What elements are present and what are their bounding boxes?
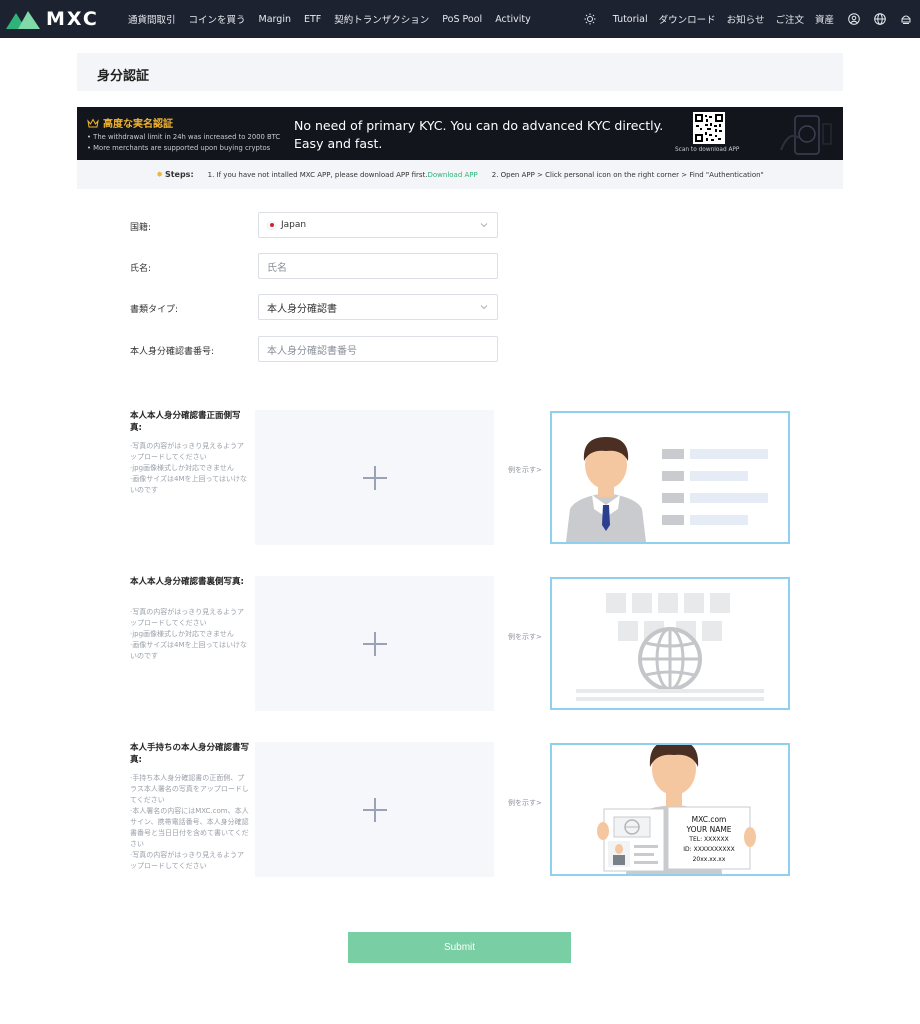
nav-download[interactable]: ダウンロード <box>659 12 716 26</box>
upload-note: ·写真の内容がはっきり見えるようアップロードしてください <box>130 851 245 870</box>
submit-button[interactable]: Submit <box>348 932 571 963</box>
doc-number-placeholder: 本人身分確認書番号 <box>267 345 357 357</box>
upload-note: ·本人署名の内容にはMXC.com、本人サイン、携帯電話番号、本人身分確認書番号… <box>130 807 249 848</box>
upload-note: ·写真の内容がはっきり見えるようアップロードしてください <box>130 608 245 627</box>
phone-illustration <box>780 115 832 155</box>
nav-tutorial[interactable]: Tutorial <box>613 14 648 25</box>
menu-item-buy-coin[interactable]: コインを買う <box>189 12 246 26</box>
plus-icon <box>362 465 387 490</box>
user-icon[interactable] <box>847 13 860 26</box>
plus-icon <box>362 797 387 822</box>
sample-card-line: YOUR NAME <box>686 825 732 834</box>
star-icon: ✸ <box>156 170 163 179</box>
page-title: 身分認証 <box>97 69 150 84</box>
sample-back-image <box>550 577 790 710</box>
steps-label: Steps: <box>164 170 194 179</box>
kyc-banner: 高度な実名認証 • The withdrawal limit in 24h wa… <box>77 107 843 160</box>
upload-back-title: 本人本人身分確認書裏側写真: <box>130 577 244 587</box>
nationality-value: Japan <box>281 220 307 230</box>
upload-front-notes: ·写真の内容がはっきり見えるようアップロードしてください ·jpg画像様式しか対… <box>130 441 250 496</box>
banner-title: 高度な実名認証 <box>103 119 173 130</box>
scan-text: Scan to download APP <box>675 147 740 153</box>
sample-card-line: 20xx.xx.xx <box>692 856 726 863</box>
name-input[interactable]: 氏名 <box>258 253 498 279</box>
upload-note: ·画像サイズは4Mを上回ってはいけないのです <box>130 641 248 660</box>
menu-item-contract[interactable]: 契約トランザクション <box>334 12 429 26</box>
qr-code <box>693 112 725 144</box>
upload-note: ·手持ち本人身分確認書の正面側、プラス本人署名の写真をアップロードしてください <box>130 774 249 804</box>
upload-back-button[interactable] <box>255 576 494 711</box>
example-link-back[interactable]: 例を示す> <box>508 632 542 643</box>
crown-icon <box>87 117 99 127</box>
menu-item-activity[interactable]: Activity <box>495 14 531 25</box>
page-header: 身分認証 <box>77 53 843 91</box>
upload-handheld-title: 本人手持ちの本人身分確認書写真: <box>130 743 250 765</box>
upload-handheld-button[interactable] <box>255 742 494 877</box>
plus-icon <box>362 631 387 656</box>
nav-right: Tutorial ダウンロード お知らせ ご注文 資産 <box>571 0 912 38</box>
menu-item-margin[interactable]: Margin <box>259 14 291 25</box>
globe-icon[interactable] <box>873 13 886 26</box>
doc-type-value: 本人身分確認書 <box>267 303 337 315</box>
upload-back-notes: ·写真の内容がはっきり見えるようアップロードしてください ·jpg画像様式しか対… <box>130 607 250 662</box>
banner-headline: No need of primary KYC. You can do advan… <box>294 117 674 153</box>
nav-announcements[interactable]: お知らせ <box>727 12 765 26</box>
top-nav: MXC 通貨間取引 コインを買う Margin ETF 契約トランザクション P… <box>0 0 920 38</box>
nav-orders[interactable]: ご注文 <box>775 12 804 26</box>
banner-bullet: • More merchants are supported upon buyi… <box>87 144 271 152</box>
sample-handheld-image: MXC.com YOUR NAME TEL: XXXXXX ID: XXXXXX… <box>550 743 790 876</box>
step-2: 2. Open APP > Click personal icon on the… <box>491 170 764 179</box>
upload-note: ·jpg画像様式しか対応できません <box>130 630 234 638</box>
banner-bullet: • The withdrawal limit in 24h was increa… <box>87 133 281 141</box>
brand-logo[interactable]: MXC <box>6 8 99 30</box>
upload-note: ·jpg画像様式しか対応できません <box>130 464 234 472</box>
doc-type-select[interactable]: 本人身分確認書 <box>258 294 498 320</box>
japan-flag-icon <box>267 220 276 230</box>
menu-item-spot[interactable]: 通貨間取引 <box>128 12 176 26</box>
doc-number-label: 本人身分確認書番号: <box>130 347 215 357</box>
steps-bar: ✸ Steps: 1. If you have not intalled MXC … <box>77 160 843 189</box>
upload-handheld-notes: ·手持ち本人身分確認書の正面側、プラス本人署名の写真をアップロードしてください … <box>130 773 250 872</box>
name-label: 氏名: <box>130 264 152 274</box>
example-link-front[interactable]: 例を示す> <box>508 465 542 476</box>
sample-card-line: ID: XXXXXXXXXX <box>683 846 735 853</box>
upload-note: ·画像サイズは4Mを上回ってはいけないのです <box>130 475 248 494</box>
main-menu: 通貨間取引 コインを買う Margin ETF 契約トランザクション PoS P… <box>128 0 544 38</box>
mxc-logo-icon <box>6 11 40 29</box>
nationality-label: 国籍: <box>130 223 152 233</box>
upload-front-title: 本人本人身分確認書正面側写真: <box>130 411 241 433</box>
example-link-handheld[interactable]: 例を示す> <box>508 798 542 809</box>
contract-icon[interactable] <box>899 13 912 26</box>
nav-assets[interactable]: 資産 <box>815 12 834 26</box>
menu-item-etf[interactable]: ETF <box>304 14 321 25</box>
sample-card-line: TEL: XXXXXX <box>689 836 729 843</box>
steps-label-wrap: ✸ Steps: <box>156 170 193 179</box>
brand-name: MXC <box>46 8 99 30</box>
download-app-link[interactable]: Download APP <box>427 171 477 179</box>
chevron-down-icon <box>480 305 488 310</box>
sample-card-line: MXC.com <box>691 815 727 824</box>
banner-headline-line: Easy and fast. <box>294 136 383 151</box>
nationality-select[interactable]: Japan <box>258 212 498 238</box>
doc-number-input[interactable]: 本人身分確認書番号 <box>258 336 498 362</box>
name-placeholder: 氏名 <box>267 262 287 274</box>
upload-note: ·写真の内容がはっきり見えるようアップロードしてください <box>130 442 245 461</box>
chevron-down-icon <box>480 223 488 228</box>
upload-front-button[interactable] <box>255 410 494 545</box>
sample-card-text: MXC.com YOUR NAME TEL: XXXXXX ID: XXXXXX… <box>668 815 750 865</box>
banner-headline-line: No need of primary KYC. You can do advan… <box>294 118 664 133</box>
banner-title-wrap: 高度な実名認証 <box>87 115 173 130</box>
sun-icon[interactable] <box>584 13 597 26</box>
menu-item-pos-pool[interactable]: PoS Pool <box>442 14 482 25</box>
step-1: 1. If you have not intalled MXC APP, ple… <box>207 170 428 179</box>
doc-type-label: 書類タイプ: <box>130 305 179 315</box>
sample-front-image <box>550 411 790 544</box>
